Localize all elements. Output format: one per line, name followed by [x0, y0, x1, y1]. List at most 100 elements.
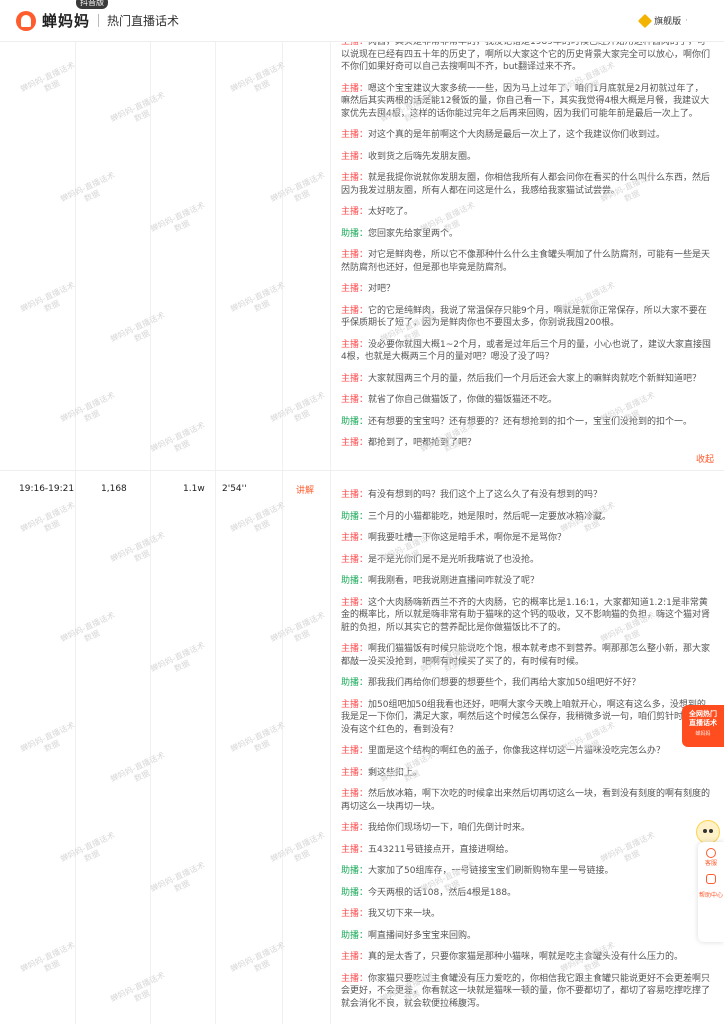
headset-icon [705, 848, 716, 858]
speaker-assistant-label: 助播： [341, 678, 369, 688]
speaker-host-label: 主播： [341, 644, 369, 654]
script-line: 主播：它的它是纯鲜肉，我说了常温保存只能9个月，啊就是就你正常保存，所以大家不要… [341, 305, 711, 330]
watermark: 蝉妈妈-直播话术数据 [109, 970, 167, 1004]
help-center-button[interactable]: 帮助中心 [699, 892, 723, 900]
speaker-host-label: 主播： [341, 438, 369, 448]
script-text: 太好吃了。 [368, 207, 414, 217]
script-text: 是不是光你们是不是光听我瞎说了也没抢。 [368, 554, 540, 565]
customer-service-button[interactable]: 客服 [705, 848, 717, 868]
script-line: 主播：大家就囤两三个月的量，然后我们一个月后还会大家上的嘛鲜肉就吃个新鲜知道吧？ [341, 373, 711, 386]
speaker-host-label: 主播： [341, 746, 369, 756]
duration-value: 2'54'' [222, 484, 247, 494]
count-value: 1,168 [101, 484, 127, 494]
speaker-host-label: 主播： [341, 305, 369, 316]
plan-label: 旗舰版 [654, 17, 682, 27]
script-line: 助播：您回家先给家里两个。 [341, 228, 711, 241]
help-center-label: 帮助中心 [698, 892, 723, 899]
collapse-button[interactable]: 收起 [696, 452, 714, 465]
script-text: 您回家先给家里两个。 [368, 228, 459, 239]
script-line: 主播：对它是鲜肉卷，所以它不像那种什么什么主食罐头啊加了什么防腐剂，可能有一些是… [341, 249, 711, 274]
promo-badge[interactable]: 全网热门 直播话术 蝉妈妈 [682, 705, 724, 747]
speaker-assistant-label: 助播： [341, 866, 369, 876]
column-divider [215, 42, 216, 1024]
speaker-assistant-label: 助播： [341, 887, 369, 898]
script-line: 主播：有没有想到的吗？我们这个上了这么久了有没有想到的吗？ [341, 489, 711, 502]
version-badge: 抖音版 [76, 0, 108, 9]
watermark: 蝉妈妈-直播话术数据 [59, 610, 117, 644]
row-divider [0, 470, 724, 471]
qr-code-button[interactable] [706, 874, 716, 886]
script-text: 收到货之后嗨先发朋友圈。 [368, 151, 477, 162]
diamond-icon [638, 13, 653, 28]
promo-line2: 直播话术 [689, 719, 717, 727]
speaker-assistant-label: 助播： [341, 511, 369, 522]
logo[interactable]: 蝉妈妈 抖音版 [16, 0, 108, 31]
script-text: 我给你们现场切一下，咱们先倒计时来。 [368, 823, 531, 833]
script-line: 主播：真的是太香了，只要你家猫是那种小猫咪，啊就是吃主食罐头没有什么压力的。 [341, 951, 711, 964]
explain-link[interactable]: 讲解 [296, 483, 314, 496]
script-line: 主播：就省了你自己做猫饭了，你做的猫饭猫还不吃。 [341, 394, 711, 407]
script-line: 主播：啊我们猫猫饭有时候只能说吃个饱，根本就考虑不到营养。啊那那怎么整小新，那大… [341, 643, 711, 668]
script-text: 肉酱，其实是非常非常早的，我没记错是1989年的时候已经开始用这种酱肉的了，可以… [341, 37, 711, 72]
promo-line3: 蝉妈妈 [695, 731, 711, 737]
script-text: 嗯这个宝宝建议大家多统一一些，因为马上过年了，咱们1月底就是2月初就过年了，嘛然… [341, 83, 710, 119]
watermark: 蝉妈妈-直播话术数据 [19, 940, 77, 974]
speaker-assistant-label: 助播： [341, 228, 369, 239]
script-line: 主播：然后放冰箱，啊下次吃的时候拿出来然后切再切这么一块，看到没有刻度的啊有刻度… [341, 788, 711, 813]
watermark: 蝉妈妈-直播话术数据 [109, 750, 167, 784]
watermark: 蝉妈妈-直播话术数据 [149, 640, 207, 674]
watermark: 蝉妈妈-直播话术数据 [269, 830, 327, 864]
script-line: 主播：是不是光你们是不是光听我瞎说了也没抢。 [341, 554, 711, 567]
script-text: 就是我提你说就你发朋友圈，你相信我所有人都会问你在看买的什么叫什么东西，然后因为… [341, 173, 711, 196]
script-line: 主播：收到货之后嗨先发朋友圈。 [341, 151, 711, 164]
speaker-host-label: 主播： [341, 952, 369, 962]
script-line: 助播：还有想要的宝宝吗？还有想要的？还有想抢到的扣个一，宝宝们没抢到的扣个一。 [341, 416, 711, 429]
views-value: 1.1w [183, 484, 205, 494]
script-line: 主播：我给你们现场切一下，咱们先倒计时来。 [341, 822, 711, 835]
watermark: 蝉妈妈-直播话术数据 [269, 170, 327, 204]
watermark: 蝉妈妈-直播话术数据 [269, 610, 327, 644]
script-line: 主播：啊我要吐槽一下你这是暗手术，啊你是不是骂你？ [341, 532, 711, 545]
script-line: 助播：三个月的小猫都能吃，她是限时，然后呢一定要放冰箱冷藏。 [341, 511, 711, 524]
script-line: 主播：这个大肉肠嗨新西兰不齐的大肉肠，它的概率比是1.16:1，大家都知道1.2… [341, 597, 711, 635]
script-text: 啊我要吐槽一下你这是暗手术，啊你是不是骂你？ [368, 533, 567, 543]
logo-text: 蝉妈妈 [42, 12, 91, 30]
script-text: 还有想要的宝宝吗？还有想要的？还有想抢到的扣个一，宝宝们没抢到的扣个一。 [368, 416, 693, 427]
script-line: 主播：就是我提你说就你发朋友圈，你相信我所有人都会问你在看买的什么叫什么东西，然… [341, 172, 711, 197]
speaker-host-label: 主播： [341, 533, 369, 543]
watermark: 蝉妈妈-直播话术数据 [149, 860, 207, 894]
script-text: 对它是鲜肉卷，所以它不像那种什么什么主食罐头啊加了什么防腐剂，可能有一些是天然防… [341, 250, 711, 273]
speaker-host-label: 主播： [341, 373, 369, 384]
speaker-host-label: 主播： [341, 395, 369, 405]
script-text: 剩这些扣上。 [368, 767, 423, 778]
watermark: 蝉妈妈-直播话术数据 [109, 90, 167, 124]
column-divider [150, 42, 151, 1024]
speaker-assistant-label: 助播： [341, 416, 369, 427]
speaker-host-label: 主播： [341, 83, 369, 94]
column-divider [282, 42, 283, 1024]
user-menu[interactable]: 旗舰版 · [638, 13, 688, 28]
qr-code-icon [706, 874, 716, 884]
script-text: 你家猫只要吃过主食罐没有压力爱吃的，你相信我它跟主食罐只能说更好不会更差啊只会更… [341, 973, 711, 1009]
time-range: 19:16-19:21 [19, 484, 75, 494]
mascot-icon[interactable] [696, 820, 720, 844]
script-transcript: 主播：有没有想到的吗？我们这个上了这么久了有没有想到的吗？ 助播：三个月的小猫都能… [341, 489, 711, 1019]
script-line: 主播：对吧？ [341, 283, 711, 296]
script-text: 大家就囤两三个月的量，然后我们一个月后还会大家上的嘛鲜肉就吃个新鲜知道吧？ [368, 373, 702, 384]
watermark: 蝉妈妈-直播话术数据 [19, 60, 77, 94]
speaker-host-label: 主播： [341, 909, 369, 919]
watermark: 蝉妈妈-直播话术数据 [59, 390, 117, 424]
script-text: 五43211号链接点开，直接进啊给。 [368, 844, 514, 855]
watermark: 蝉妈妈-直播话术数据 [109, 310, 167, 344]
watermark: 蝉妈妈-直播话术数据 [19, 280, 77, 314]
script-text: 我又切下来一块。 [368, 909, 441, 919]
speaker-host-label: 主播： [341, 339, 369, 350]
column-divider [330, 42, 331, 1024]
speaker-host-label: 主播： [341, 844, 369, 855]
script-line: 主播：没必要你就囤大概1~2个月，或者是过年后三个月的量，小心也说了，建议大家直… [341, 339, 711, 364]
speaker-host-label: 主播： [341, 823, 369, 833]
customer-service-label: 客服 [704, 860, 717, 867]
script-line: 主播：剩这些扣上。 [341, 767, 711, 780]
script-line: 主播：加50组吧加50组我看也还好，吧啊大家今天晚上咱就开心，啊这有这么多，没想… [341, 699, 711, 737]
script-text: 没必要你就囤大概1~2个月，或者是过年后三个月的量，小心也说了，建议大家直接囤4… [341, 339, 712, 363]
